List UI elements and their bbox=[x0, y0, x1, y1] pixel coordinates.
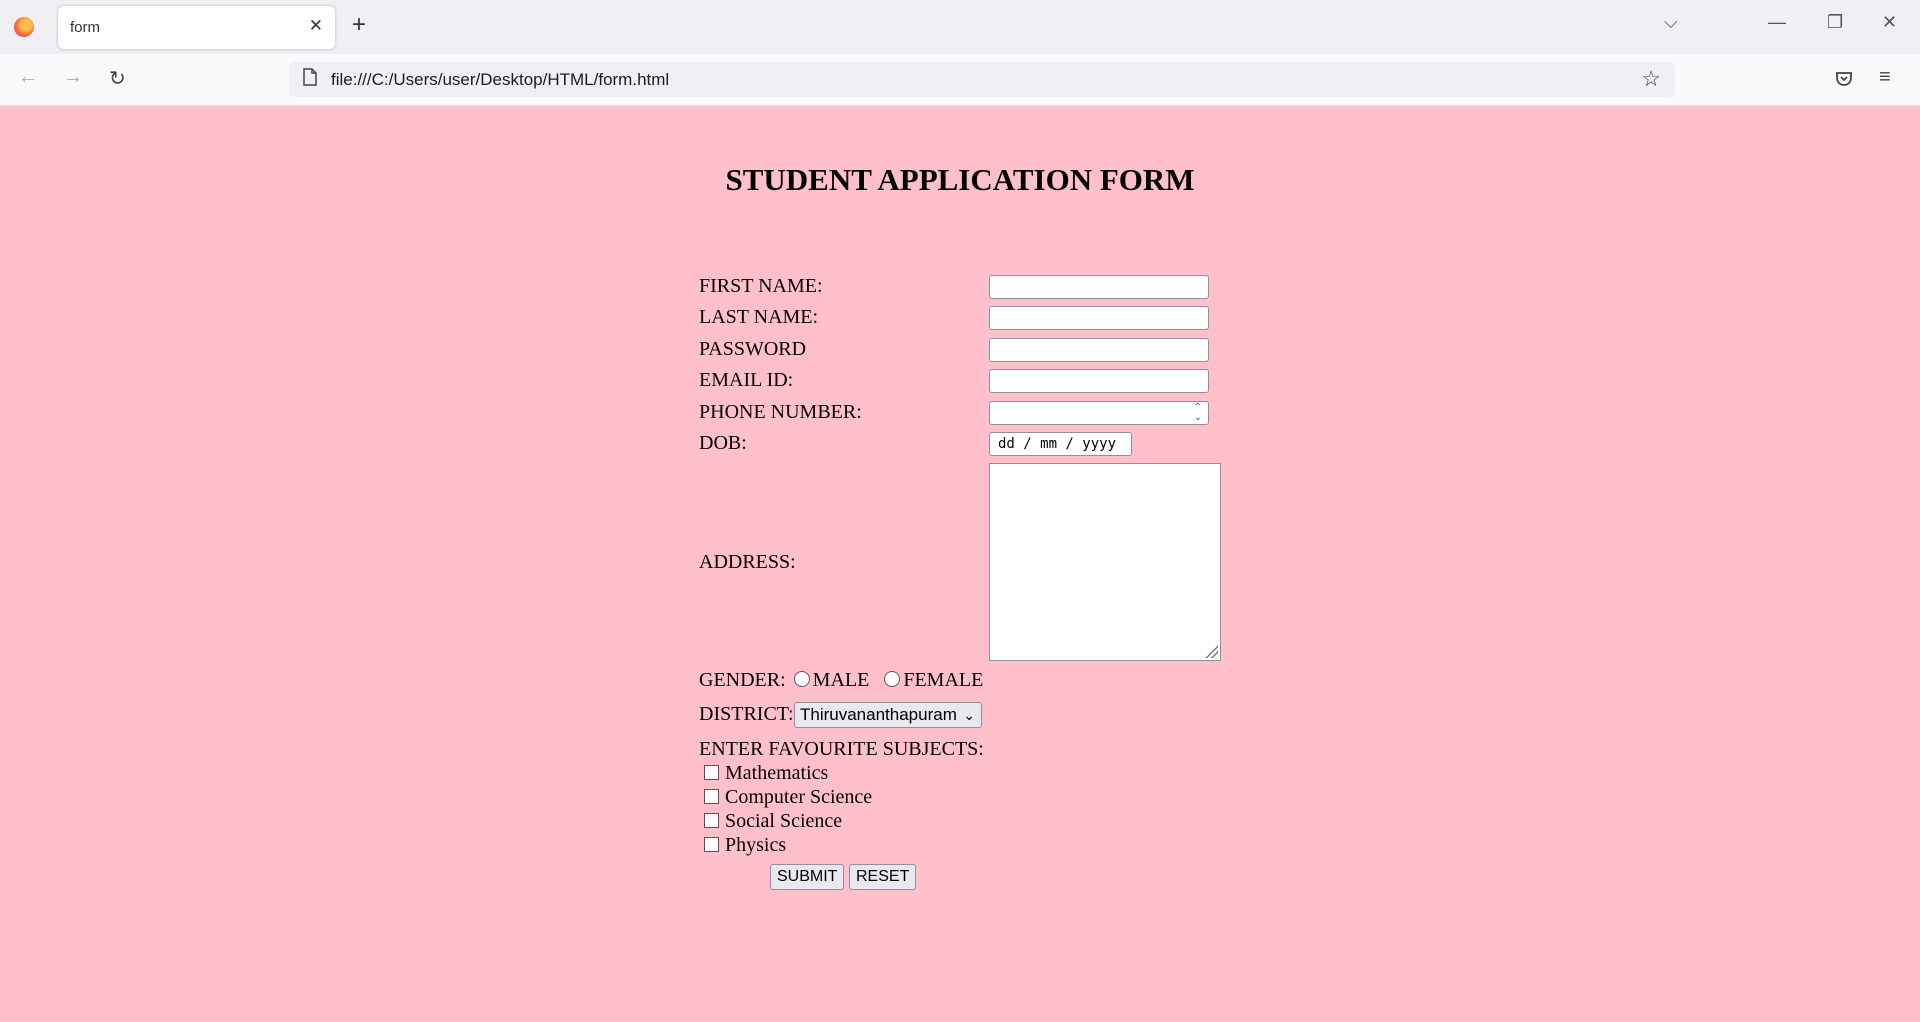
address-textarea[interactable] bbox=[989, 463, 1221, 661]
address-label: ADDRESS: bbox=[699, 551, 796, 573]
forward-icon[interactable]: → bbox=[63, 66, 83, 89]
url-text: file:///C:/Users/user/Desktop/HTML/form.… bbox=[331, 70, 670, 89]
dob-label: DOB: bbox=[699, 432, 747, 454]
subject-label: Mathematics bbox=[725, 762, 829, 784]
subject-item: Computer Science bbox=[704, 786, 872, 809]
new-tab-icon[interactable]: + bbox=[352, 11, 366, 39]
first-name-label: FIRST NAME: bbox=[699, 275, 823, 297]
gender-male-label: MALE bbox=[812, 669, 870, 691]
mathematics-checkbox[interactable] bbox=[704, 765, 719, 780]
minimize-icon[interactable]: — bbox=[1768, 12, 1786, 33]
subject-item: Social Science bbox=[704, 810, 842, 833]
page-icon bbox=[303, 68, 317, 86]
gender-row: GENDER: MALE FEMALE bbox=[699, 669, 983, 692]
dob-field[interactable]: dd / mm / yyyy bbox=[989, 432, 1132, 456]
tab-title: form bbox=[70, 19, 100, 36]
menu-icon[interactable]: ≡ bbox=[1879, 66, 1891, 89]
list-tabs-icon[interactable]: ⌵ bbox=[1664, 12, 1678, 33]
password-label: PASSWORD bbox=[699, 338, 807, 360]
gender-female-radio[interactable] bbox=[884, 671, 901, 687]
gender-male-radio[interactable] bbox=[793, 671, 810, 687]
district-label: DISTRICT: bbox=[699, 703, 794, 725]
district-select[interactable]: Thiruvananthapuram ⌄ bbox=[794, 702, 982, 728]
phone-number-field[interactable]: ⌃ ⌄ bbox=[989, 401, 1209, 425]
last-name-label: LAST NAME: bbox=[699, 306, 819, 328]
subject-item: Physics bbox=[704, 834, 786, 857]
page-title: STUDENT APPLICATION FORM bbox=[725, 162, 1195, 197]
reload-icon[interactable]: ↻ bbox=[109, 66, 126, 91]
subject-label: Computer Science bbox=[725, 786, 873, 808]
page-content: STUDENT APPLICATION FORM FIRST NAME: LAS… bbox=[0, 106, 1920, 1022]
subjects-label: ENTER FAVOURITE SUBJECTS: bbox=[699, 738, 984, 760]
bookmark-star-icon[interactable]: ☆ bbox=[1641, 66, 1661, 92]
last-name-field[interactable] bbox=[989, 306, 1209, 330]
firefox-logo-icon bbox=[14, 17, 34, 37]
resize-grip-icon[interactable] bbox=[1204, 644, 1218, 658]
phone-label: PHONE NUMBER: bbox=[699, 401, 862, 423]
subject-label: Physics bbox=[725, 834, 787, 856]
number-spinner-icon[interactable]: ⌃ ⌄ bbox=[1194, 403, 1202, 423]
close-window-icon[interactable]: ✕ bbox=[1882, 12, 1897, 33]
chevron-down-icon: ⌄ bbox=[963, 707, 975, 723]
gender-label: GENDER: bbox=[699, 669, 786, 691]
close-tab-icon[interactable]: ✕ bbox=[309, 16, 323, 36]
first-name-field[interactable] bbox=[989, 275, 1209, 299]
reset-button[interactable]: RESET bbox=[849, 864, 917, 890]
physics-checkbox[interactable] bbox=[704, 837, 719, 852]
back-icon[interactable]: ← bbox=[18, 66, 38, 89]
district-selected-value: Thiruvananthapuram bbox=[800, 705, 957, 724]
computer-science-checkbox[interactable] bbox=[704, 789, 719, 804]
tab-form[interactable]: form ✕ bbox=[58, 6, 335, 49]
password-field[interactable] bbox=[989, 338, 1209, 362]
tab-bar: form ✕ + ⌵ — ❐ ✕ bbox=[0, 0, 1920, 54]
subject-label: Social Science bbox=[725, 810, 843, 832]
navigation-bar: ← → ↻ file:///C:/Users/user/Desktop/HTML… bbox=[0, 54, 1920, 106]
email-field[interactable] bbox=[989, 369, 1209, 393]
pocket-icon[interactable] bbox=[1834, 69, 1854, 89]
gender-female-label: FEMALE bbox=[903, 669, 984, 691]
restore-icon[interactable]: ❐ bbox=[1827, 12, 1843, 33]
social-science-checkbox[interactable] bbox=[704, 813, 719, 828]
subject-item: Mathematics bbox=[704, 762, 828, 785]
email-label: EMAIL ID: bbox=[699, 369, 794, 391]
url-bar[interactable]: file:///C:/Users/user/Desktop/HTML/form.… bbox=[289, 62, 1675, 97]
submit-button[interactable]: SUBMIT bbox=[770, 864, 845, 890]
